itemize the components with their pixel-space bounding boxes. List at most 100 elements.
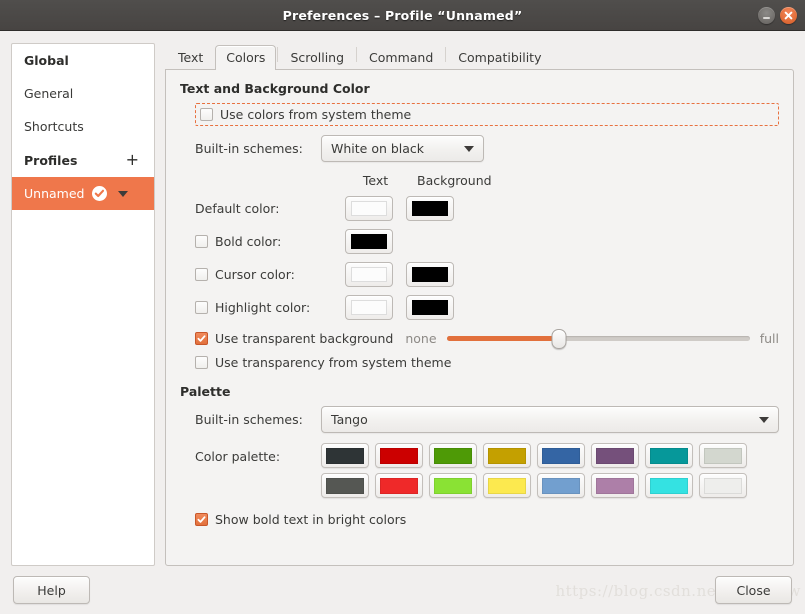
- system-transparency-row[interactable]: Use transparency from system theme: [195, 355, 779, 370]
- sidebar-item-shortcuts[interactable]: Shortcuts: [12, 110, 154, 143]
- sidebar-item-unnamed-profile[interactable]: Unnamed: [12, 177, 154, 210]
- color-swatch: [351, 201, 387, 216]
- palette-swatch-bright-7[interactable]: [699, 473, 747, 498]
- cursor-color-checkbox[interactable]: [195, 268, 208, 281]
- color-swatch: [596, 478, 634, 494]
- window-title: Preferences – Profile “Unnamed”: [283, 8, 523, 23]
- sidebar-item-general[interactable]: General: [12, 77, 154, 110]
- color-swatch: [326, 448, 364, 464]
- highlight-text-color-button[interactable]: [345, 295, 393, 320]
- add-profile-button[interactable]: +: [123, 152, 142, 168]
- color-swatch: [488, 448, 526, 464]
- default-background-color-button[interactable]: [406, 196, 454, 221]
- tab-separator: [445, 47, 446, 62]
- sidebar-item-label: Global: [24, 53, 69, 68]
- palette-swatch-bright-0[interactable]: [321, 473, 369, 498]
- cursor-text-color-button[interactable]: [345, 262, 393, 287]
- builtin-schemes-select[interactable]: White on black: [321, 135, 484, 162]
- system-transparency-label: Use transparency from system theme: [215, 355, 451, 370]
- bold-color-row: Bold color:: [195, 229, 779, 254]
- palette-swatch-normal-4[interactable]: [537, 443, 585, 468]
- use-system-colors-checkbox[interactable]: [200, 108, 213, 121]
- slider-fill: [447, 336, 559, 341]
- color-palette-row: Color palette:: [195, 443, 779, 503]
- text-bg-section-body: Use colors from system theme Built-in sc…: [180, 103, 779, 370]
- transparency-slider[interactable]: none full: [405, 331, 779, 346]
- palette-swatch-normal-5[interactable]: [591, 443, 639, 468]
- slider-handle[interactable]: [551, 329, 566, 349]
- palette-swatch-bright-2[interactable]: [429, 473, 477, 498]
- palette-swatch-bright-4[interactable]: [537, 473, 585, 498]
- sidebar-item-global[interactable]: Global: [12, 44, 154, 77]
- color-swatch: [434, 478, 472, 494]
- preferences-pane: Text Colors Scrolling Command Compatibil…: [165, 43, 794, 566]
- chevron-down-icon: [759, 417, 769, 423]
- transparent-background-label: Use transparent background: [215, 331, 393, 346]
- cursor-background-color-button[interactable]: [406, 262, 454, 287]
- palette-swatch-bright-6[interactable]: [645, 473, 693, 498]
- column-header-text: Text: [345, 173, 406, 188]
- minimize-icon[interactable]: [758, 7, 775, 24]
- tab-scrolling[interactable]: Scrolling: [279, 45, 355, 70]
- window-body: Global General Shortcuts Profiles + Unna…: [0, 31, 805, 566]
- tab-command[interactable]: Command: [358, 45, 444, 70]
- color-swatch: [326, 478, 364, 494]
- color-palette-label: Color palette:: [195, 443, 321, 464]
- palette-swatch-bright-3[interactable]: [483, 473, 531, 498]
- transparent-background-row: Use transparent background none full: [195, 331, 779, 346]
- palette-swatch-normal-0[interactable]: [321, 443, 369, 468]
- default-text-color-button[interactable]: [345, 196, 393, 221]
- use-system-colors-label: Use colors from system theme: [220, 107, 411, 122]
- close-window-icon[interactable]: [780, 7, 797, 24]
- use-system-colors-row[interactable]: Use colors from system theme: [195, 103, 779, 126]
- palette-schemes-value: Tango: [331, 412, 368, 427]
- cursor-color-row: Cursor color:: [195, 262, 779, 287]
- builtin-schemes-label: Built-in schemes:: [195, 141, 321, 156]
- palette-swatch-normal-6[interactable]: [645, 443, 693, 468]
- bold-color-checkbox[interactable]: [195, 235, 208, 248]
- chevron-down-icon[interactable]: [118, 191, 128, 197]
- tab-separator: [356, 47, 357, 62]
- highlight-color-row: Highlight color:: [195, 295, 779, 320]
- default-color-row: Default color:: [195, 196, 779, 221]
- color-swatch: [412, 300, 448, 315]
- help-button[interactable]: Help: [13, 576, 90, 604]
- sidebar-item-label: General: [24, 86, 73, 101]
- tab-bar: Text Colors Scrolling Command Compatibil…: [165, 43, 794, 69]
- color-swatch: [650, 478, 688, 494]
- window-controls: [758, 0, 797, 30]
- palette-swatch-normal-2[interactable]: [429, 443, 477, 468]
- color-swatch: [412, 267, 448, 282]
- palette-section-title: Palette: [180, 384, 779, 399]
- builtin-schemes-value: White on black: [331, 141, 424, 156]
- transparent-background-toggle[interactable]: Use transparent background: [195, 331, 393, 346]
- highlight-color-checkbox[interactable]: [195, 301, 208, 314]
- slider-track[interactable]: [447, 336, 750, 341]
- palette-schemes-label: Built-in schemes:: [195, 412, 321, 427]
- palette-swatch-bright-1[interactable]: [375, 473, 423, 498]
- color-swatch: [434, 448, 472, 464]
- tab-colors[interactable]: Colors: [215, 45, 276, 70]
- tab-text[interactable]: Text: [167, 45, 214, 70]
- system-transparency-checkbox[interactable]: [195, 356, 208, 369]
- color-swatch: [704, 448, 742, 464]
- palette-schemes-select[interactable]: Tango: [321, 406, 779, 433]
- palette-row-normal: [321, 443, 747, 468]
- color-swatch: [650, 448, 688, 464]
- close-button[interactable]: Close: [715, 576, 792, 604]
- sidebar-item-profiles: Profiles +: [12, 143, 154, 177]
- tab-compatibility[interactable]: Compatibility: [447, 45, 552, 70]
- highlight-background-color-button[interactable]: [406, 295, 454, 320]
- palette-swatch-normal-3[interactable]: [483, 443, 531, 468]
- palette-swatch-bright-5[interactable]: [591, 473, 639, 498]
- show-bold-bright-checkbox[interactable]: [195, 513, 208, 526]
- show-bold-bright-row[interactable]: Show bold text in bright colors: [195, 512, 779, 527]
- bold-color-button[interactable]: [345, 229, 393, 254]
- text-bg-section-title: Text and Background Color: [180, 81, 779, 96]
- color-palette-grid: [321, 443, 747, 503]
- transparent-background-checkbox[interactable]: [195, 332, 208, 345]
- palette-swatch-normal-1[interactable]: [375, 443, 423, 468]
- highlight-color-label: Highlight color:: [215, 300, 310, 315]
- palette-swatch-normal-7[interactable]: [699, 443, 747, 468]
- sidebar-item-label: Profiles: [24, 153, 77, 168]
